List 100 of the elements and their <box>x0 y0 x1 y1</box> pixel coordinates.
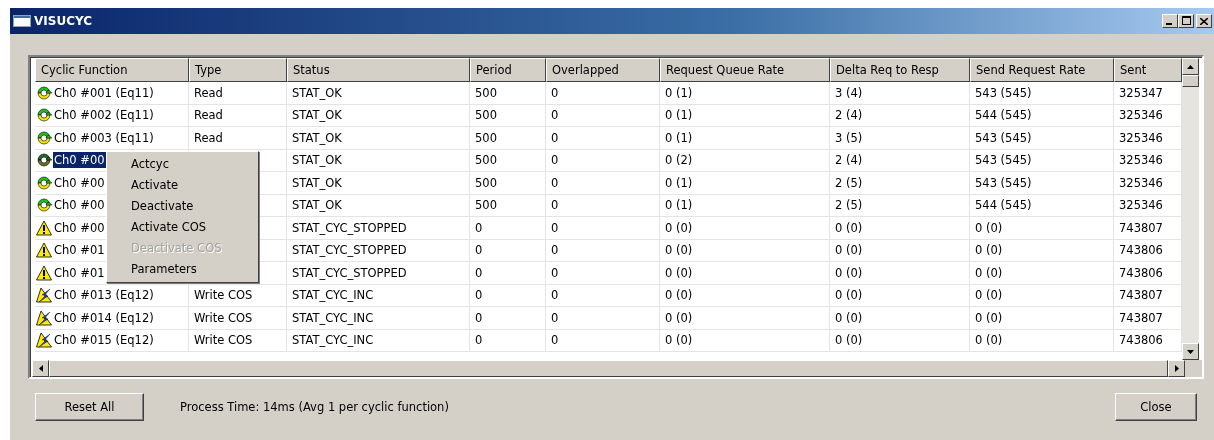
table-cell: 0 (0) <box>665 288 693 303</box>
table-cell: 0 (0) <box>835 333 863 348</box>
table-cell: 0 <box>475 220 483 235</box>
table-cell: STAT_OK <box>292 85 342 100</box>
table-cell: 0 <box>551 333 559 348</box>
scrollbar-thumb[interactable] <box>1182 75 1199 87</box>
table-cell: 0 (0) <box>665 310 693 325</box>
close-button[interactable]: Close <box>1115 393 1197 421</box>
list-item[interactable]: Ch0 #003 (Eq11) <box>53 129 155 146</box>
menu-item[interactable]: Deactivate <box>107 196 258 217</box>
table-cell: 0 <box>475 288 483 303</box>
table-cell: STAT_OK <box>292 175 342 190</box>
table-cell: 543 (545) <box>975 153 1032 168</box>
column-header[interactable]: Overlapped <box>546 58 660 82</box>
menu-item[interactable]: Activate <box>107 175 258 196</box>
table-cell: 0 (1) <box>665 130 693 145</box>
column-header[interactable]: Sent <box>1114 58 1182 82</box>
table-cell: 0 (0) <box>975 288 1003 303</box>
table-cell: 0 <box>551 198 559 213</box>
column-header[interactable]: Status <box>287 58 470 82</box>
table-cell: 0 (0) <box>835 288 863 303</box>
table-cell: 0 <box>551 153 559 168</box>
table-cell: Read <box>194 130 223 145</box>
list-item[interactable]: Ch0 #00 <box>53 152 106 169</box>
table-cell: 500 <box>475 130 497 145</box>
table-cell: 0 (0) <box>835 310 863 325</box>
maximize-icon <box>1181 16 1191 25</box>
menu-item[interactable]: Parameters <box>107 259 258 280</box>
scrollbar-corner <box>1185 360 1202 377</box>
table-cell: Write COS <box>194 310 253 325</box>
table-cell: 0 <box>475 310 483 325</box>
table-cell: 500 <box>475 108 497 123</box>
table-cell: Read <box>194 108 223 123</box>
table-cell: 0 (0) <box>975 265 1003 280</box>
list-item[interactable]: Ch0 #014 (Eq12) <box>53 309 155 326</box>
table-cell: 743806 <box>1119 333 1163 348</box>
column-header[interactable]: Period <box>470 58 546 82</box>
table-cell: 2 (5) <box>835 198 863 213</box>
table-cell: 0 (0) <box>975 243 1003 258</box>
table-cell: 325346 <box>1119 198 1163 213</box>
close-button[interactable] <box>1196 14 1212 28</box>
list-item[interactable]: Ch0 #00 <box>53 174 106 191</box>
table-cell: 543 (545) <box>975 175 1032 190</box>
table-cell: 0 <box>551 265 559 280</box>
list-item[interactable]: Ch0 #002 (Eq11) <box>53 107 155 124</box>
table-cell: 544 (545) <box>975 198 1032 213</box>
table-cell: 743806 <box>1119 243 1163 258</box>
column-header[interactable]: Type <box>189 58 287 82</box>
table-cell: STAT_CYC_INC <box>292 288 374 303</box>
list-item[interactable]: Ch0 #015 (Eq12) <box>53 332 155 349</box>
down-arrow-icon <box>1187 349 1194 354</box>
table-cell: STAT_OK <box>292 153 342 168</box>
table-cell: 743807 <box>1119 288 1163 303</box>
maximize-button[interactable] <box>1178 14 1194 28</box>
list-item[interactable]: Ch0 #001 (Eq11) <box>53 84 155 101</box>
table-cell: 0 <box>475 243 483 258</box>
column-header[interactable]: Cyclic Function <box>35 58 189 82</box>
table-cell: 2 (5) <box>835 175 863 190</box>
vertical-scrollbar[interactable] <box>1182 58 1199 360</box>
table-cell: 0 <box>551 108 559 123</box>
table-cell: 0 (2) <box>665 153 693 168</box>
reset-all-button[interactable]: Reset All <box>35 393 144 421</box>
table-cell: 0 <box>551 175 559 190</box>
table-cell: 0 <box>551 243 559 258</box>
table-cell: 3 (4) <box>835 85 863 100</box>
table-cell: 543 (545) <box>975 130 1032 145</box>
table-cell: STAT_CYC_INC <box>292 310 374 325</box>
table-cell: 0 (0) <box>835 265 863 280</box>
minimize-button[interactable] <box>1162 14 1178 28</box>
table-cell: 0 <box>551 220 559 235</box>
column-header[interactable]: Delta Req to Resp <box>830 58 970 82</box>
list-item[interactable]: Ch0 #013 (Eq12) <box>53 287 155 304</box>
up-arrow-icon <box>1187 64 1194 69</box>
table-cell: 0 (1) <box>665 108 693 123</box>
table-cell: 0 (1) <box>665 198 693 213</box>
table-cell: 543 (545) <box>975 85 1032 100</box>
window-icon <box>13 15 31 27</box>
window-title: VISUCYC <box>34 14 93 28</box>
list-item[interactable]: Ch0 #00 <box>53 219 106 236</box>
column-header[interactable]: Send Request Rate <box>970 58 1114 82</box>
table-cell: STAT_CYC_INC <box>292 333 374 348</box>
column-header[interactable]: Request Queue Rate <box>660 58 830 82</box>
table-cell: STAT_OK <box>292 108 342 123</box>
menu-item[interactable]: Activate COS <box>107 217 258 238</box>
menu-item[interactable]: Actcyc <box>107 154 258 175</box>
table-cell: 0 (0) <box>975 220 1003 235</box>
table-cell: 325347 <box>1119 85 1163 100</box>
list-item[interactable]: Ch0 #01 <box>53 264 106 281</box>
list-item[interactable]: Ch0 #00 <box>53 197 106 214</box>
table-cell: 743807 <box>1119 220 1163 235</box>
table-cell: 0 <box>551 85 559 100</box>
list-item[interactable]: Ch0 #01 <box>53 242 106 259</box>
process-time-text: Process Time: 14ms (Avg 1 per cyclic function) <box>180 400 450 414</box>
table-cell: 743806 <box>1119 265 1163 280</box>
table-cell: 500 <box>475 175 497 190</box>
table-cell: Write COS <box>194 288 253 303</box>
table-cell: STAT_CYC_STOPPED <box>292 265 407 280</box>
table-cell: 325346 <box>1119 130 1163 145</box>
table-cell: 325346 <box>1119 175 1163 190</box>
table-cell: 0 (0) <box>975 310 1003 325</box>
